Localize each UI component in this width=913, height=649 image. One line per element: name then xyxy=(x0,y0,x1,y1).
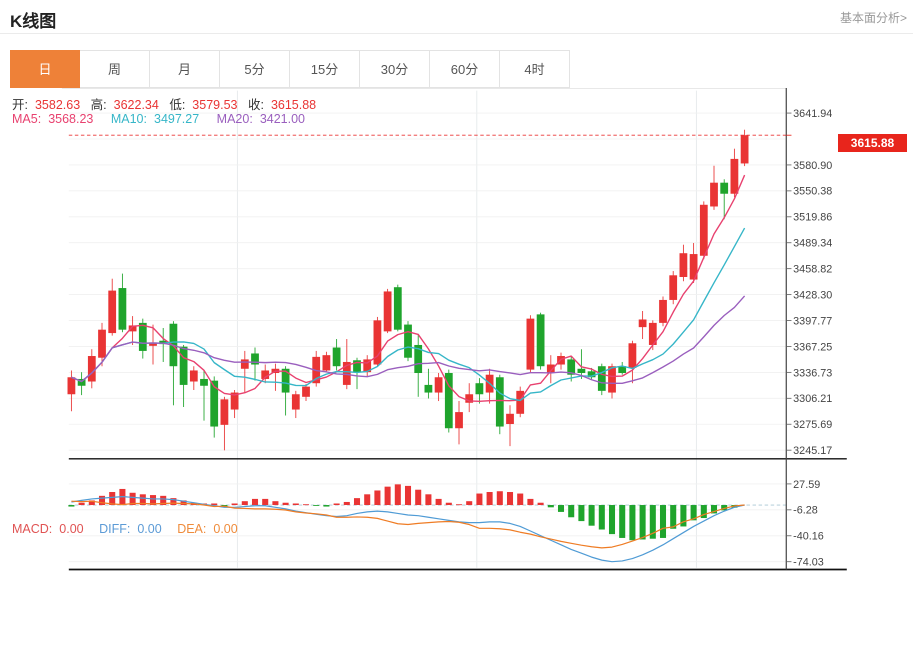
svg-text:3458.82: 3458.82 xyxy=(793,264,832,276)
svg-text:-6.28: -6.28 xyxy=(793,505,818,517)
interval-tab-bar: 日 周 月 5分 15分 30分 60分 4时 xyxy=(10,50,570,88)
svg-text:3245.17: 3245.17 xyxy=(793,445,832,457)
fundamental-analysis-link[interactable]: 基本面分析> xyxy=(840,9,907,26)
tab-week[interactable]: 周 xyxy=(80,50,150,88)
svg-text:27.59: 27.59 xyxy=(793,479,820,491)
svg-text:3397.77: 3397.77 xyxy=(793,315,832,327)
svg-text:3306.21: 3306.21 xyxy=(793,393,832,405)
svg-text:3550.38: 3550.38 xyxy=(793,186,832,198)
svg-text:3519.86: 3519.86 xyxy=(793,212,832,224)
tab-5min[interactable]: 5分 xyxy=(220,50,290,88)
svg-text:3489.34: 3489.34 xyxy=(793,238,832,250)
svg-text:3580.90: 3580.90 xyxy=(793,160,832,172)
tab-month[interactable]: 月 xyxy=(150,50,220,88)
svg-text:3367.25: 3367.25 xyxy=(793,341,832,353)
svg-text:3275.69: 3275.69 xyxy=(793,419,832,431)
tab-day[interactable]: 日 xyxy=(10,50,80,88)
tab-30min[interactable]: 30分 xyxy=(360,50,430,88)
page-title: K线图 xyxy=(10,7,56,32)
kline-chart[interactable]: 3641.94 3580.90 3550.38 3519.86 3489.34 3458.… xyxy=(0,88,913,649)
header-divider xyxy=(0,33,913,34)
svg-text:-40.16: -40.16 xyxy=(793,531,824,543)
svg-text:3641.94: 3641.94 xyxy=(793,108,832,120)
tab-15min[interactable]: 15分 xyxy=(290,50,360,88)
tab-60min[interactable]: 60分 xyxy=(430,50,500,88)
kline-chart-svg[interactable]: 3641.94 3580.90 3550.38 3519.86 3489.34 3458.… xyxy=(0,88,913,649)
tab-4hour[interactable]: 4时 xyxy=(500,50,570,88)
svg-text:3336.73: 3336.73 xyxy=(793,367,832,379)
svg-text:3428.30: 3428.30 xyxy=(793,289,832,301)
kline-page: K线图 基本面分析> 日 周 月 5分 15分 30分 60分 4时 3641.… xyxy=(0,0,913,649)
svg-text:-74.03: -74.03 xyxy=(793,557,824,569)
